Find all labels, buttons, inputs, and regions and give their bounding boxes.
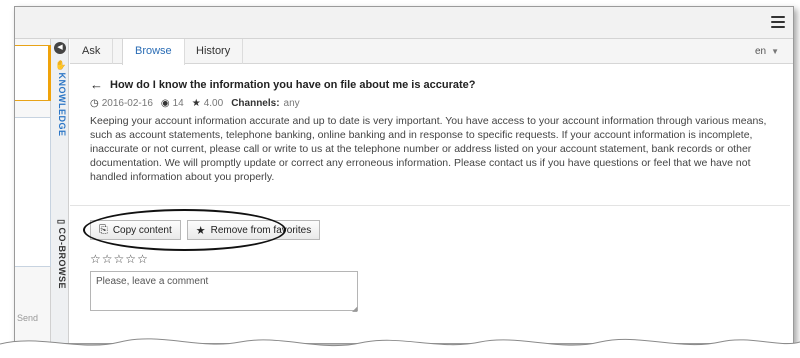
collapse-left-icon[interactable]: ◀ [54,42,66,54]
chevron-down-icon: ▼ [771,47,779,56]
star-icon: ★ [191,98,201,109]
article-body: Keeping your account information accurat… [90,115,767,183]
knowledge-panel: Ask Browse History en ▼ ← How do I know t… [70,39,793,343]
side-tab-knowledge-label: KNOWLEDGE [57,72,67,137]
article-views: 14 [172,98,184,109]
copy-content-label: Copy content [112,224,172,236]
star-filled-icon: ★ [195,224,206,237]
side-tab-knowledge[interactable]: ✋KNOWLEDGE [53,59,67,137]
rating-star-1[interactable]: ☆ [90,252,102,266]
clock-icon: ◷ [90,98,99,109]
article-rating: 4.00 [203,98,224,109]
side-tab-cobrowse-label: CO-BROWSE [57,227,67,290]
rating-star-3[interactable]: ☆ [114,252,126,266]
tab-ask[interactable]: Ask [70,39,114,64]
article-date: 2016-02-16 [101,98,153,109]
chat-input-area[interactable] [15,117,51,267]
copy-icon: ⎘ [99,223,108,236]
side-tab-cobrowse[interactable]: ▭CO-BROWSE [53,217,67,289]
article-question: How do I know the information you have o… [110,78,476,91]
channels-value: any [283,98,300,109]
language-select[interactable]: en ▼ [755,46,779,57]
torn-edge [0,338,800,358]
tab-history[interactable]: History [184,39,244,64]
knowledge-icon: ✋ [57,59,67,71]
top-bar [15,7,793,39]
eye-icon: ◉ [160,98,170,109]
rating-stars: ☆☆☆☆☆ [90,252,149,266]
copy-content-button[interactable]: ⎘ Copy content [90,220,181,240]
article-actions: ⎘ Copy content ★ Remove from favorites [90,220,326,240]
rating-star-5[interactable]: ☆ [137,252,149,266]
remove-favorites-button[interactable]: ★ Remove from favorites [186,220,321,240]
divider [70,205,790,206]
article: ← How do I know the information you have… [90,77,779,184]
hamburger-menu-icon[interactable] [771,16,785,28]
send-button[interactable]: Send [17,313,38,323]
resize-grip-icon[interactable]: ◢ [352,305,357,313]
rating-star-2[interactable]: ☆ [102,252,114,266]
chat-pane: Send [15,39,51,343]
rating-star-4[interactable]: ☆ [125,252,137,266]
cobrowse-icon: ▭ [57,217,67,228]
chat-header-box [15,45,51,101]
language-value: en [754,46,767,57]
back-arrow-icon[interactable]: ← [90,77,103,92]
tab-bar: Ask Browse History en ▼ [70,39,793,65]
tab-browse[interactable]: Browse [122,39,185,65]
app-window: Send ◀ ✋KNOWLEDGE ▭CO-BROWSE Ask Browse … [14,6,794,344]
article-title-row: ← How do I know the information you have… [90,77,779,92]
comment-field[interactable] [90,271,358,311]
article-meta: ◷ 2016-02-16 ◉ 14 ★ 4.00 Channels: any [90,98,779,109]
side-tab-bar: ◀ ✋KNOWLEDGE ▭CO-BROWSE [51,39,69,343]
channels-label: Channels: [231,98,280,109]
remove-favorites-label: Remove from favorites [210,224,312,236]
